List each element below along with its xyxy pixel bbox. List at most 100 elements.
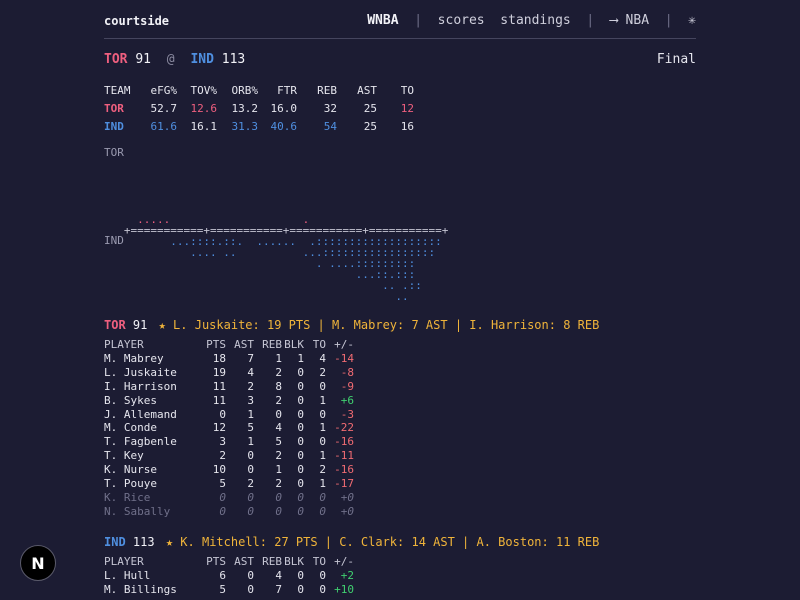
ind-box-title: IND 113 ★ K. Mitchell: 27 PTS | C. Clark… [104,535,599,549]
brand-logo[interactable]: courtside [104,14,169,28]
player-stat-blk: 0 [297,365,304,379]
player-stat-pm: +6 [340,393,354,407]
stat-cell: 16.0 [270,102,298,115]
ind-leaders: ★ K. Mitchell: 27 PTS | C. Clark: 14 AST… [165,535,600,549]
player-stat-ast: 4 [247,365,254,379]
game-header: TOR 91 @ IND 113 Final [104,52,696,67]
player-stat-pm: -16 [334,463,354,477]
four-factors-table: TEAM eFG% TOV% ORB% FTR REB AST TO TOR 5… [104,82,414,136]
player-row: K. Nurse 10 0 1 0 2 -16 [104,463,354,477]
player-stat-pts: 12 [212,421,226,435]
player-stat-blk: 0 [297,504,304,518]
stat-cell: 25 [363,102,377,115]
player-stat-ast: 1 [247,407,254,421]
player-stat-pm: -8 [340,365,354,379]
player-name[interactable]: L. Juskaite [104,366,196,380]
player-row: T. Key 2 0 2 0 1 -11 [104,449,354,463]
box-header-cell: PLAYER [104,338,144,351]
player-stat-blk: 0 [297,463,304,477]
player-stat-blk: 0 [297,449,304,463]
player-stat-ast: 0 [247,582,254,596]
player-stat-to: 0 [319,490,326,504]
player-name[interactable]: K. Rice [104,491,196,505]
player-stat-ast: 0 [247,504,254,518]
tor-box-score-table: PLAYER PTS AST REB BLK TO +/- M. Mabrey 18 7 1 1 4 -1… [104,338,354,519]
player-name[interactable]: T. Fagbenle [104,435,196,449]
tor-box-abbr: TOR [104,318,126,332]
stat-cell: 31.3 [231,120,259,133]
player-stat-pts: 5 [219,477,226,491]
player-stat-ast: 5 [247,421,254,435]
player-stat-pts: 18 [212,351,226,365]
player-stat-reb: 2 [275,365,282,379]
player-stat-pm: +0 [340,490,354,504]
player-name[interactable]: L. Hull [104,569,196,583]
player-name[interactable]: T. Pouye [104,477,196,491]
player-stat-blk: 0 [297,421,304,435]
nextjs-dev-indicator[interactable]: N [20,545,56,581]
player-stat-ast: 2 [247,379,254,393]
nav-wnba[interactable]: WNBA [367,13,398,28]
nav-standings[interactable]: standings [500,13,570,28]
player-stat-ast: 7 [247,351,254,365]
box-header-cell: PTS [206,338,226,351]
player-name[interactable]: M. Billings [104,583,196,597]
player-stat-ast: 0 [247,463,254,477]
player-row: N. Sabally 0 0 0 0 0 +0 [104,505,354,519]
box-header-row: PLAYER PTS AST REB BLK TO +/- [104,555,354,569]
game-status: Final [656,52,696,67]
stat-cell: 12.6 [190,102,218,115]
player-name[interactable]: J. Allemand [104,408,196,422]
player-stat-blk: 1 [297,351,304,365]
player-stat-blk: 0 [297,490,304,504]
player-stat-to: 0 [319,582,326,596]
player-stat-to: 1 [319,393,326,407]
theme-toggle-icon[interactable]: ✳ [688,13,696,28]
player-row: T. Pouye 5 2 2 0 1 -17 [104,477,354,491]
player-stat-pm: +2 [340,568,354,582]
box-header-cell: BLK [284,555,304,568]
stat-cell: 12 [400,102,414,115]
team-cell: TOR [104,102,124,115]
flow-label-tor: TOR [104,146,124,159]
tor-box-score: 91 [132,318,148,332]
player-stat-blk: 0 [297,435,304,449]
stat-cell: 61.6 [150,120,178,133]
player-name[interactable]: N. Sabally [104,505,196,519]
player-stat-reb: 0 [275,504,282,518]
player-stat-pts: 5 [219,582,226,596]
team-cell: IND [104,120,124,133]
player-name[interactable]: B. Sykes [104,394,196,408]
player-name[interactable]: M. Conde [104,421,196,435]
player-stat-to: 0 [319,435,326,449]
box-header-cell: TO [312,338,326,351]
player-stat-ast: 0 [247,449,254,463]
player-stat-blk: 0 [297,393,304,407]
player-stat-blk: 0 [297,477,304,491]
player-stat-reb: 8 [275,379,282,393]
player-stat-ast: 3 [247,393,254,407]
player-name[interactable]: I. Harrison [104,380,196,394]
player-stat-to: 4 [319,351,326,365]
player-row: J. Allemand 0 1 0 0 0 -3 [104,408,354,422]
away-team-abbr: TOR [104,52,128,67]
home-team-abbr: IND [190,52,214,67]
player-stat-ast: 1 [247,435,254,449]
box-header-cell: REB [262,555,282,568]
player-stat-blk: 0 [297,379,304,393]
player-name[interactable]: M. Mabrey [104,352,196,366]
player-row: M. Conde 12 5 4 0 1 -22 [104,421,354,435]
box-header-cell: +/- [334,338,354,351]
player-stat-pm: -22 [334,421,354,435]
stat-cell: 16.1 [190,120,218,133]
home-team-score: 113 [221,52,246,67]
nav-scores[interactable]: scores [438,13,485,28]
player-name[interactable]: T. Key [104,449,196,463]
player-stat-reb: 0 [275,407,282,421]
player-name[interactable]: K. Nurse [104,463,196,477]
ind-box-score: 113 [132,535,155,549]
player-row: M. Billings 5 0 7 0 0 +10 [104,583,354,597]
box-header-cell: TO [312,555,326,568]
nav-nba[interactable]: ⟶ NBA [610,13,649,28]
player-row: M. Mabrey 18 7 1 1 4 -14 [104,352,354,366]
